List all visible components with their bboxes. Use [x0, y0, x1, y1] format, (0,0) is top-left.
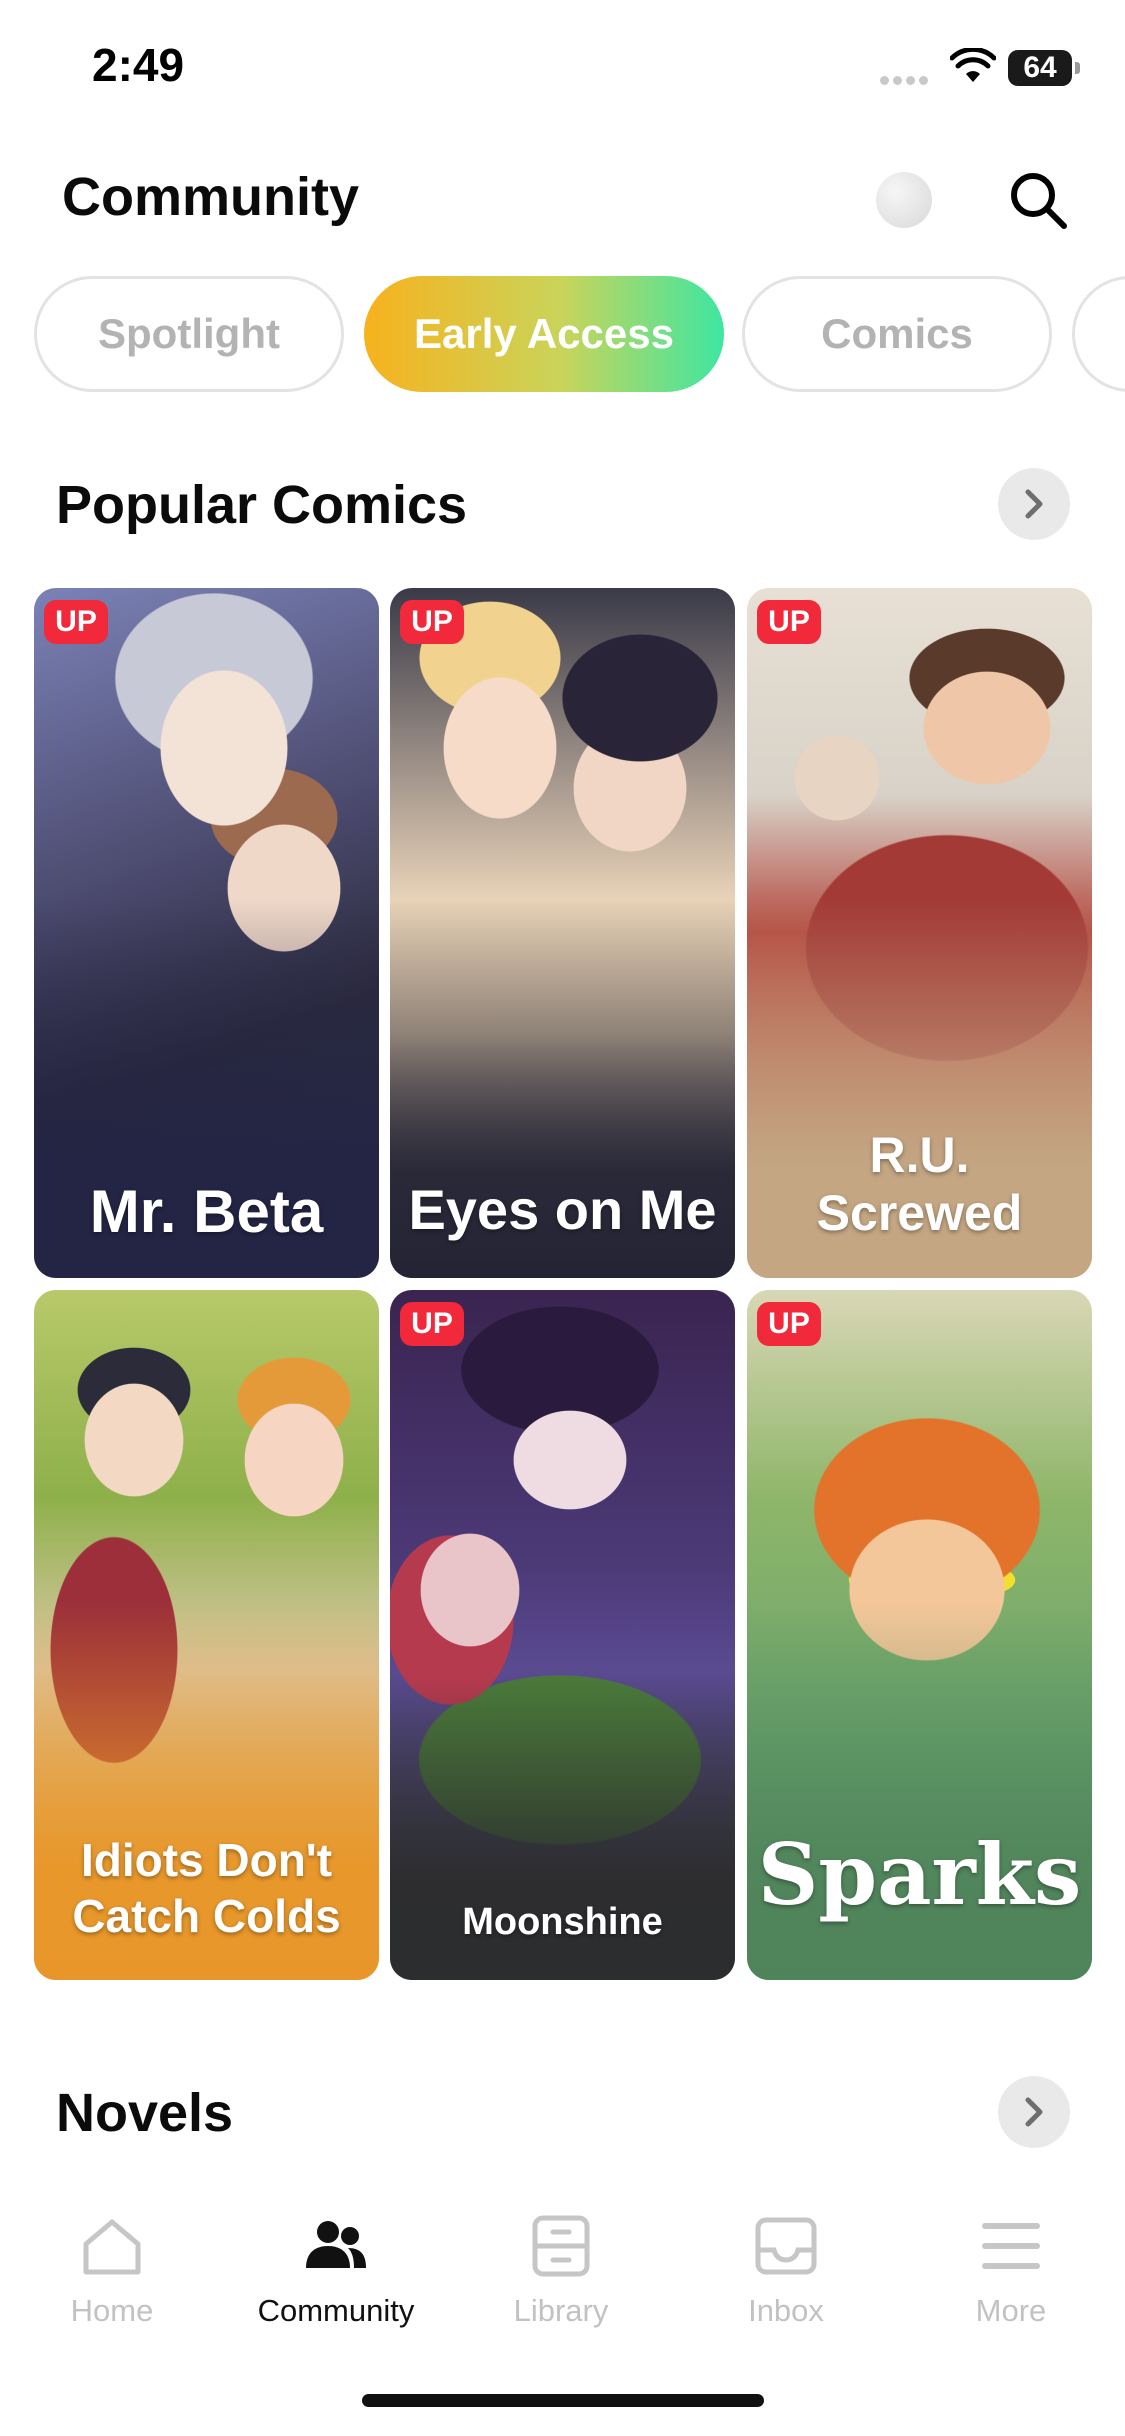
- category-tabs: Spotlight Early Access Comics: [34, 276, 1125, 396]
- comic-title: Eyes on Me: [408, 1178, 717, 1241]
- comic-title: Moonshine: [462, 1901, 663, 1943]
- tab-next-partial[interactable]: [1072, 276, 1125, 392]
- nav-home[interactable]: Home: [12, 2196, 212, 2329]
- battery-indicator: 64: [1008, 50, 1080, 86]
- tab-early-access[interactable]: Early Access: [364, 276, 724, 392]
- community-icon: [306, 2221, 366, 2268]
- menu-icon: [982, 2223, 1040, 2269]
- nav-label: Inbox: [748, 2293, 824, 2328]
- nav-more[interactable]: More: [911, 2196, 1111, 2329]
- comic-card-mr-beta[interactable]: UP Mr. Beta: [34, 588, 379, 1278]
- status-time: 2:49: [92, 39, 185, 91]
- moon-icon[interactable]: [876, 172, 932, 228]
- comic-title: Idiots Don't Catch Colds: [72, 1834, 341, 1942]
- tab-spotlight[interactable]: Spotlight: [34, 276, 344, 392]
- comic-title: Sparks: [757, 1825, 1082, 1924]
- bottom-navigation: Home Community Library Inbox More: [0, 2196, 1125, 2346]
- comic-card-moonshine[interactable]: UP Moonshine: [390, 1290, 735, 1980]
- nav-label: More: [975, 2293, 1047, 2328]
- section-title-novels: Novels: [56, 2083, 234, 2143]
- chevron-right-icon: [1025, 489, 1043, 519]
- nav-library[interactable]: Library: [461, 2196, 661, 2329]
- nav-label: Library: [513, 2293, 609, 2328]
- chevron-right-icon: [1025, 2097, 1043, 2127]
- library-icon: [532, 2215, 590, 2277]
- novels-more-button[interactable]: [998, 2076, 1070, 2148]
- tab-comics[interactable]: Comics: [742, 276, 1052, 392]
- nav-community[interactable]: Community: [236, 2196, 436, 2329]
- comic-card-ru-screwed[interactable]: UP R.U. Screwed: [747, 588, 1092, 1278]
- nav-label: Home: [70, 2293, 154, 2328]
- home-icon: [83, 2219, 141, 2275]
- comic-card-eyes-on-me[interactable]: UP Eyes on Me: [390, 588, 735, 1278]
- nav-inbox[interactable]: Inbox: [686, 2196, 886, 2329]
- wifi-icon: [950, 48, 996, 82]
- up-badge: UP: [400, 600, 464, 644]
- section-title-popular-comics: Popular Comics: [56, 475, 468, 535]
- comic-card-idiots-dont-catch-colds[interactable]: Idiots Don't Catch Colds: [34, 1290, 379, 1980]
- popular-comics-more-button[interactable]: [998, 468, 1070, 540]
- comic-title: Mr. Beta: [89, 1178, 324, 1245]
- up-badge: UP: [400, 1302, 464, 1346]
- inbox-icon: [755, 2217, 817, 2275]
- up-badge: UP: [757, 600, 821, 644]
- comic-card-sparks[interactable]: UP Sparks: [747, 1290, 1092, 1980]
- home-indicator: [362, 2394, 764, 2407]
- comic-title: R.U. Screwed: [816, 1127, 1023, 1241]
- page-title: Community: [62, 167, 359, 227]
- cellular-signal-icon: [880, 72, 932, 90]
- up-badge: UP: [44, 600, 108, 644]
- status-bar: 2:49 64: [0, 0, 1125, 140]
- nav-label: Community: [257, 2293, 415, 2328]
- up-badge: UP: [757, 1302, 821, 1346]
- search-icon[interactable]: [1006, 168, 1070, 232]
